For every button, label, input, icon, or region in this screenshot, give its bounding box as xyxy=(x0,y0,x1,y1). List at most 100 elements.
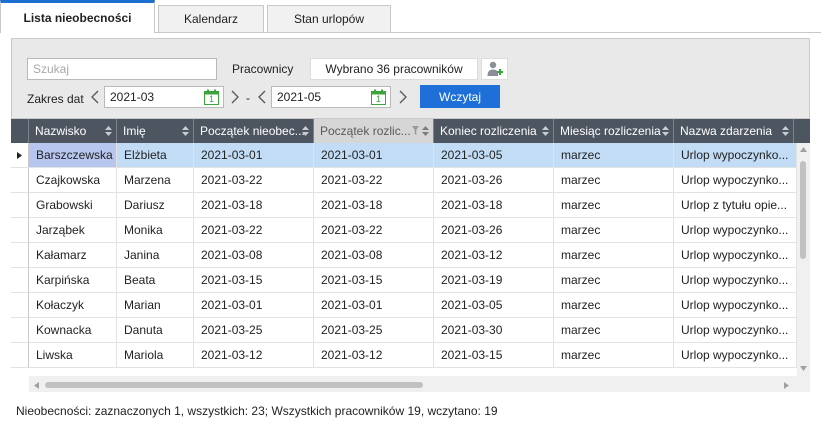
scroll-down-icon[interactable] xyxy=(800,366,807,371)
cell-koniec-rozliczenia[interactable]: 2021-03-19 xyxy=(434,268,554,293)
row-header[interactable] xyxy=(11,293,29,318)
table-row[interactable]: Kołaczyk Marian 2021-03-01 2021-03-01 2021-0… xyxy=(11,293,797,318)
cell-nazwisko[interactable]: Kownacka xyxy=(29,318,117,343)
cell-poczatek-rozliczenia[interactable]: 2021-03-22 xyxy=(314,218,434,243)
cell-poczatek-rozliczenia[interactable]: 2021-03-12 xyxy=(314,343,434,368)
cell-nazwisko[interactable]: Jarząbek xyxy=(29,218,117,243)
cell-nazwisko[interactable]: Barszczewska xyxy=(29,143,117,168)
table-row[interactable]: Karpińska Beata 2021-03-15 2021-03-15 2021-0… xyxy=(11,268,797,293)
scroll-left-icon[interactable] xyxy=(34,382,39,389)
cell-imie[interactable]: Elżbieta xyxy=(117,143,194,168)
column-header-nazwisko[interactable]: Nazwisko xyxy=(29,119,117,143)
cell-nazwa-zdarzenia[interactable]: Urlop wypoczynko... xyxy=(674,143,797,168)
cell-nazwa-zdarzenia[interactable]: Urlop wypoczynko... xyxy=(674,343,797,368)
cell-imie[interactable]: Dariusz xyxy=(117,193,194,218)
cell-nazwisko[interactable]: Kołaczyk xyxy=(29,293,117,318)
table-row[interactable]: Liwska Mariola 2021-03-12 2021-03-12 2021-03… xyxy=(11,343,797,368)
cell-imie[interactable]: Monika xyxy=(117,218,194,243)
cell-nazwa-zdarzenia[interactable]: Urlop wypoczynko... xyxy=(674,293,797,318)
cell-imie[interactable]: Marian xyxy=(117,293,194,318)
cell-imie[interactable]: Janina xyxy=(117,243,194,268)
date-from-field[interactable]: 2021-03 1 xyxy=(104,86,224,108)
cell-nazwisko[interactable]: Czajkowska xyxy=(29,168,117,193)
row-header[interactable] xyxy=(11,193,29,218)
horizontal-scrollbar[interactable] xyxy=(29,376,797,392)
cell-miesiac-rozliczenia[interactable]: marzec xyxy=(554,318,674,343)
cell-nazwisko[interactable]: Liwska xyxy=(29,343,117,368)
cell-poczatek-rozliczenia[interactable]: 2021-03-25 xyxy=(314,318,434,343)
cell-poczatek-rozliczenia[interactable]: 2021-03-15 xyxy=(314,268,434,293)
cell-poczatek-nieobecnosci[interactable]: 2021-03-18 xyxy=(194,193,314,218)
cell-koniec-rozliczenia[interactable]: 2021-03-12 xyxy=(434,243,554,268)
vertical-scrollbar[interactable] xyxy=(797,143,810,392)
cell-nazwa-zdarzenia[interactable]: Urlop z tytułu opie... xyxy=(674,193,797,218)
cell-poczatek-nieobecnosci[interactable]: 2021-03-08 xyxy=(194,243,314,268)
add-user-button[interactable] xyxy=(481,58,508,80)
cell-imie[interactable]: Mariola xyxy=(117,343,194,368)
cell-miesiac-rozliczenia[interactable]: marzec xyxy=(554,218,674,243)
cell-nazwa-zdarzenia[interactable]: Urlop wypoczynko... xyxy=(674,218,797,243)
cell-miesiac-rozliczenia[interactable]: marzec xyxy=(554,293,674,318)
column-header-koniec-rozliczenia[interactable]: Koniec rozliczenia xyxy=(434,119,554,143)
table-row[interactable]: Kownacka Danuta 2021-03-25 2021-03-25 2021-0… xyxy=(11,318,797,343)
cell-poczatek-nieobecnosci[interactable]: 2021-03-01 xyxy=(194,143,314,168)
row-header[interactable] xyxy=(11,243,29,268)
date-to-field[interactable]: 2021-05 1 xyxy=(271,86,391,108)
tab-lista-nieobecnosci[interactable]: Lista nieobecności xyxy=(0,0,155,33)
scroll-right-icon[interactable] xyxy=(784,382,789,389)
row-header[interactable] xyxy=(11,318,29,343)
cell-miesiac-rozliczenia[interactable]: marzec xyxy=(554,143,674,168)
cell-nazwa-zdarzenia[interactable]: Urlop wypoczynko... xyxy=(674,168,797,193)
column-header-nazwa-zdarzenia[interactable]: Nazwa zdarzenia xyxy=(674,119,794,143)
column-header-miesiac-rozliczenia[interactable]: Miesiąc rozliczenia xyxy=(554,119,674,143)
row-header[interactable] xyxy=(11,143,29,168)
column-header-imie[interactable]: Imię xyxy=(117,119,194,143)
cell-poczatek-nieobecnosci[interactable]: 2021-03-01 xyxy=(194,293,314,318)
cell-poczatek-rozliczenia[interactable]: 2021-03-08 xyxy=(314,243,434,268)
horizontal-scroll-thumb[interactable] xyxy=(45,382,423,388)
table-row[interactable]: Grabowski Dariusz 2021-03-18 2021-03-18 2021… xyxy=(11,193,797,218)
cell-poczatek-rozliczenia[interactable]: 2021-03-22 xyxy=(314,168,434,193)
cell-poczatek-nieobecnosci[interactable]: 2021-03-22 xyxy=(194,218,314,243)
tab-kalendarz[interactable]: Kalendarz xyxy=(158,5,264,32)
cell-nazwisko[interactable]: Karpińska xyxy=(29,268,117,293)
table-row[interactable]: Barszczewska Elżbieta 2021-03-01 2021-03-01… xyxy=(11,143,797,168)
vertical-scroll-thumb[interactable] xyxy=(800,161,806,259)
cell-imie[interactable]: Danuta xyxy=(117,318,194,343)
cell-nazwa-zdarzenia[interactable]: Urlop wypoczynko... xyxy=(674,318,797,343)
cell-nazwisko[interactable]: Grabowski xyxy=(29,193,117,218)
cell-poczatek-nieobecnosci[interactable]: 2021-03-22 xyxy=(194,168,314,193)
cell-miesiac-rozliczenia[interactable]: marzec xyxy=(554,193,674,218)
row-header[interactable] xyxy=(11,168,29,193)
cell-koniec-rozliczenia[interactable]: 2021-03-30 xyxy=(434,318,554,343)
cell-nazwa-zdarzenia[interactable]: Urlop wypoczynko... xyxy=(674,243,797,268)
cell-koniec-rozliczenia[interactable]: 2021-03-05 xyxy=(434,143,554,168)
cell-nazwa-zdarzenia[interactable]: Urlop wypoczynko... xyxy=(674,268,797,293)
table-row[interactable]: Czajkowska Marzena 2021-03-22 2021-03-22 202… xyxy=(11,168,797,193)
cell-imie[interactable]: Marzena xyxy=(117,168,194,193)
table-row[interactable]: Jarząbek Monika 2021-03-22 2021-03-22 2021-0… xyxy=(11,218,797,243)
cell-miesiac-rozliczenia[interactable]: marzec xyxy=(554,168,674,193)
table-row[interactable]: Kałamarz Janina 2021-03-08 2021-03-08 2021-0… xyxy=(11,243,797,268)
cell-poczatek-rozliczenia[interactable]: 2021-03-18 xyxy=(314,193,434,218)
row-header[interactable] xyxy=(11,218,29,243)
cell-nazwisko[interactable]: Kałamarz xyxy=(29,243,117,268)
calendar-icon[interactable]: 1 xyxy=(371,89,386,105)
row-header[interactable] xyxy=(11,343,29,368)
row-header[interactable] xyxy=(11,268,29,293)
select-employees-button[interactable]: Wybrano 36 pracowników xyxy=(310,58,478,80)
cell-miesiac-rozliczenia[interactable]: marzec xyxy=(554,343,674,368)
date-from-prev-button[interactable] xyxy=(88,87,102,107)
date-to-prev-button[interactable] xyxy=(255,87,269,107)
date-from-next-button[interactable] xyxy=(228,87,242,107)
search-input[interactable] xyxy=(27,58,217,80)
cell-miesiac-rozliczenia[interactable]: marzec xyxy=(554,268,674,293)
cell-koniec-rozliczenia[interactable]: 2021-03-15 xyxy=(434,343,554,368)
cell-poczatek-nieobecnosci[interactable]: 2021-03-12 xyxy=(194,343,314,368)
cell-poczatek-rozliczenia[interactable]: 2021-03-01 xyxy=(314,293,434,318)
column-header-poczatek-nieobecnosci[interactable]: Początek nieobec... xyxy=(194,119,314,143)
cell-poczatek-nieobecnosci[interactable]: 2021-03-15 xyxy=(194,268,314,293)
scroll-up-icon[interactable] xyxy=(800,147,807,152)
cell-poczatek-rozliczenia[interactable]: 2021-03-01 xyxy=(314,143,434,168)
cell-koniec-rozliczenia[interactable]: 2021-03-26 xyxy=(434,168,554,193)
